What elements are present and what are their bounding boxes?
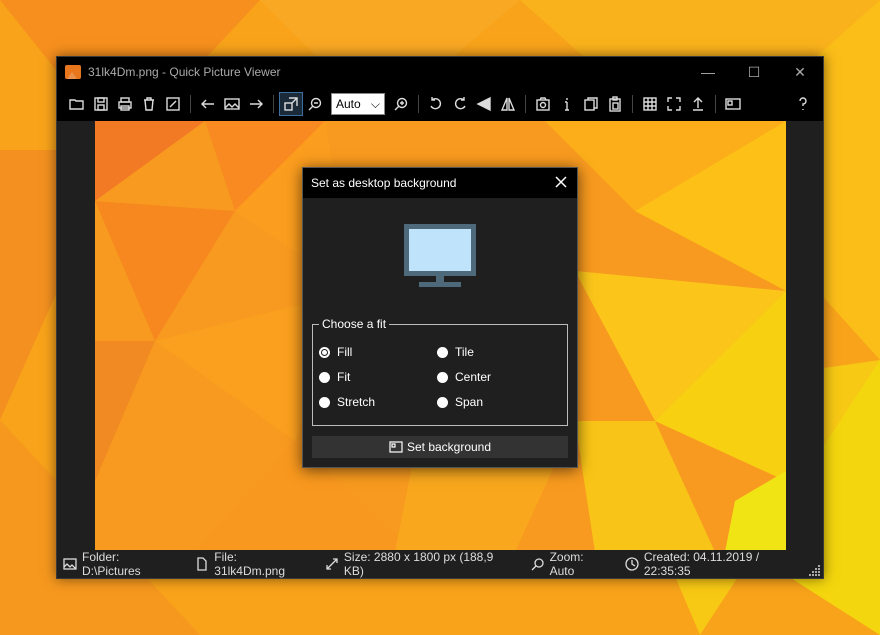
radio-label: Fill <box>337 345 353 359</box>
toolbar: Auto ⌵ <box>57 87 823 121</box>
status-size: Size: 2880 x 1800 px (188,9 KB) <box>325 550 517 578</box>
flip-horizontal-icon[interactable] <box>496 92 520 116</box>
radio-unchecked-icon <box>319 396 330 408</box>
paste-icon[interactable] <box>603 92 627 116</box>
set-background-dialog: Set as desktop background Choose a fit F… <box>302 167 578 468</box>
resize-arrow-icon <box>326 558 338 570</box>
toolbar-divider <box>525 95 526 113</box>
radio-unchecked-icon <box>437 346 448 358</box>
minimize-button[interactable]: — <box>685 57 731 87</box>
radio-label: Fit <box>337 370 351 384</box>
clock-icon <box>625 557 639 571</box>
status-size-text: Size: 2880 x 1800 px (188,9 KB) <box>343 550 494 578</box>
radio-span[interactable]: Span <box>437 395 483 409</box>
status-zoom-text: Zoom: Auto <box>549 550 584 578</box>
desktop-background-icon <box>389 441 403 453</box>
rotate-right-icon[interactable] <box>448 92 472 116</box>
delete-icon[interactable] <box>137 92 161 116</box>
zoom-out-icon[interactable] <box>303 92 327 116</box>
copy-icon[interactable] <box>579 92 603 116</box>
image-icon[interactable] <box>220 92 244 116</box>
zoom-dropdown-value: Auto <box>336 97 361 111</box>
auto-zoom-icon[interactable] <box>279 92 303 116</box>
chevron-down-icon: ⌵ <box>370 96 380 111</box>
radio-tile[interactable]: Tile <box>437 345 474 359</box>
toolbar-divider <box>190 95 191 113</box>
set-background-button[interactable]: Set background <box>312 436 568 458</box>
folder-image-icon <box>63 558 77 570</box>
monitor-icon <box>404 224 476 287</box>
flip-vertical-icon[interactable] <box>472 92 496 116</box>
status-created: Created: 04.11.2019 / 22:35:35 <box>625 550 809 578</box>
radio-unchecked-icon <box>437 371 448 383</box>
dialog-close-icon[interactable] <box>553 174 569 190</box>
radio-unchecked-icon <box>319 371 330 383</box>
fit-group: Choose a fit Fill Fit Stretch Tile Cente… <box>312 317 568 426</box>
fullscreen-icon[interactable] <box>662 92 686 116</box>
next-arrow-icon[interactable] <box>244 92 268 116</box>
status-zoom: Zoom: Auto <box>531 550 611 578</box>
help-icon[interactable] <box>791 92 815 116</box>
radio-label: Span <box>455 395 484 409</box>
title-bar: 31lk4Dm.png - Quick Picture Viewer — ☐ ✕ <box>57 57 823 87</box>
dialog-titlebar: Set as desktop background <box>303 168 577 198</box>
radio-fit[interactable]: Fit <box>319 370 350 384</box>
radio-label: Stretch <box>337 395 376 409</box>
status-file: File: 31lk4Dm.png <box>195 550 311 578</box>
set-background-label: Set background <box>406 440 492 454</box>
radio-center[interactable]: Center <box>437 370 491 384</box>
status-folder-text: Folder: D:\Pictures <box>81 550 141 578</box>
info-icon[interactable] <box>555 92 579 116</box>
radio-unchecked-icon <box>437 396 448 408</box>
grid-icon[interactable] <box>638 92 662 116</box>
previous-arrow-icon[interactable] <box>196 92 220 116</box>
toolbar-divider <box>418 95 419 113</box>
file-icon <box>197 557 207 571</box>
toolbar-divider <box>715 95 716 113</box>
window-title: 31lk4Dm.png - Quick Picture Viewer <box>88 65 281 79</box>
desktop-background-icon[interactable] <box>721 92 745 116</box>
radio-label: Tile <box>455 345 474 359</box>
magnifier-icon <box>531 558 544 571</box>
status-file-text: File: 31lk4Dm.png <box>214 550 285 578</box>
status-created-text: Created: 04.11.2019 / 22:35:35 <box>643 550 760 578</box>
maximize-button[interactable]: ☐ <box>731 57 777 87</box>
toolbar-divider <box>273 95 274 113</box>
radio-label: Center <box>455 370 492 384</box>
save-icon[interactable] <box>89 92 113 116</box>
edit-image-icon[interactable] <box>161 92 185 116</box>
upload-icon[interactable] <box>686 92 710 116</box>
print-icon[interactable] <box>113 92 137 116</box>
radio-stretch[interactable]: Stretch <box>319 395 375 409</box>
camera-icon[interactable] <box>531 92 555 116</box>
zoom-in-icon[interactable] <box>389 92 413 116</box>
status-folder: Folder: D:\Pictures <box>63 550 181 578</box>
close-button[interactable]: ✕ <box>777 57 823 87</box>
radio-checked-icon <box>319 346 330 358</box>
app-logo-icon <box>65 65 81 79</box>
rotate-left-icon[interactable] <box>424 92 448 116</box>
radio-fill[interactable]: Fill <box>319 345 352 359</box>
zoom-dropdown[interactable]: Auto ⌵ <box>331 93 385 115</box>
resize-grip-icon[interactable] <box>809 564 821 576</box>
dialog-title: Set as desktop background <box>311 176 457 190</box>
toolbar-divider <box>632 95 633 113</box>
fit-group-label: Choose a fit <box>319 317 390 331</box>
open-folder-icon[interactable] <box>65 92 89 116</box>
status-bar: Folder: D:\Pictures File: 31lk4Dm.png Si… <box>57 550 823 578</box>
